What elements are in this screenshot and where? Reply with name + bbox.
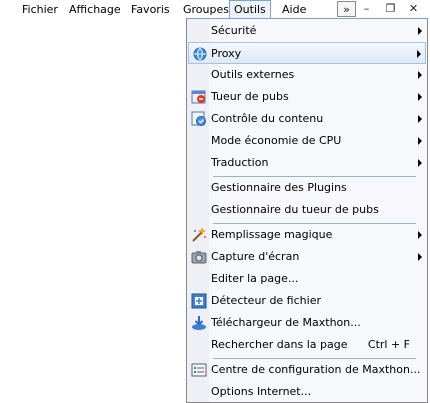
menu-outils[interactable]: Outils — [229, 0, 271, 18]
menu-item-editer-la-page[interactable]: Editer la page... — [188, 268, 426, 290]
menu-fichier[interactable]: Fichier — [18, 0, 62, 19]
submenu-arrow-icon — [418, 93, 422, 101]
submenu-arrow-icon — [418, 253, 422, 261]
menu-item-label: Centre de configuration de Maxthon... — [211, 363, 421, 376]
menu-item-label: Sécurité — [211, 24, 257, 37]
menu-item-outils-externes[interactable]: Outils externes — [188, 64, 426, 86]
menu-item-capture-ecran[interactable]: Capture d'écran — [188, 246, 426, 268]
menu-item-centre-configuration[interactable]: Centre de configuration de Maxthon... — [188, 359, 426, 381]
menu-item-gestionnaire-tueur-pubs[interactable]: Gestionnaire du tueur de pubs — [188, 199, 426, 221]
menu-item-detecteur-fichier[interactable]: Détecteur de fichier — [188, 290, 426, 312]
menu-item-label: Tueur de pubs — [211, 90, 289, 103]
menu-item-label: Proxy — [211, 47, 242, 60]
menu-item-label: Outils externes — [211, 68, 295, 81]
outils-dropdown-menu: Sécurité Proxy Outils externes Tueur de … — [186, 18, 428, 403]
menu-item-remplissage-magique[interactable]: Remplissage magique — [188, 224, 426, 246]
submenu-arrow-icon — [418, 231, 422, 239]
menu-item-label: Capture d'écran — [211, 250, 300, 263]
minimize-icon[interactable]: – — [357, 1, 376, 17]
menu-item-label: Rechercher dans la page — [211, 338, 348, 351]
menu-aide[interactable]: Aide — [278, 0, 310, 19]
submenu-arrow-icon — [418, 137, 422, 145]
menu-item-label: Téléchargeur de Maxthon... — [211, 316, 361, 329]
menu-item-traduction[interactable]: Traduction — [188, 152, 426, 174]
menu-item-telechargeur-maxthon[interactable]: Téléchargeur de Maxthon... — [188, 312, 426, 334]
submenu-arrow-icon — [418, 71, 422, 79]
menu-groupes[interactable]: Groupes — [179, 0, 233, 19]
menu-favoris[interactable]: Favoris — [127, 0, 174, 19]
menu-item-label: Gestionnaire du tueur de pubs — [211, 203, 379, 216]
menu-item-controle-du-contenu[interactable]: Contrôle du contenu — [188, 108, 426, 130]
menu-item-rechercher-dans-la-page[interactable]: Rechercher dans la page Ctrl + F — [188, 334, 426, 356]
submenu-arrow-icon — [418, 159, 422, 167]
menu-item-securite[interactable]: Sécurité — [188, 20, 426, 42]
menu-item-label: Editer la page... — [211, 272, 299, 285]
menu-item-label: Détecteur de fichier — [211, 294, 321, 307]
submenu-arrow-icon — [417, 50, 421, 58]
menu-item-label: Gestionnaire des Plugins — [211, 181, 347, 194]
shortcut-label: Ctrl + F — [367, 338, 410, 351]
chevrons-icon[interactable]: » — [337, 1, 356, 17]
submenu-arrow-icon — [418, 115, 422, 123]
menu-item-options-internet[interactable]: Options Internet... — [188, 381, 426, 403]
menu-item-proxy[interactable]: Proxy — [188, 42, 426, 64]
ad-killer-icon — [191, 89, 207, 105]
close-icon[interactable]: ✕ — [404, 1, 423, 17]
menu-item-label: Options Internet... — [211, 385, 312, 398]
menu-item-label: Remplissage magique — [211, 228, 333, 241]
proxy-icon — [192, 46, 208, 62]
downloader-icon — [191, 315, 207, 331]
menubar: Fichier Affichage Favoris Groupes Outils… — [0, 0, 430, 19]
magic-fill-icon — [191, 227, 207, 243]
restore-icon[interactable]: ❐ — [381, 1, 400, 17]
camera-icon — [191, 249, 207, 265]
menu-item-mode-economie-cpu[interactable]: Mode économie de CPU — [188, 130, 426, 152]
menu-affichage[interactable]: Affichage — [65, 0, 125, 19]
menu-item-label: Mode économie de CPU — [211, 134, 342, 147]
menu-item-gestionnaire-plugins[interactable]: Gestionnaire des Plugins — [188, 177, 426, 199]
config-center-icon — [191, 362, 207, 378]
content-control-icon — [191, 111, 207, 127]
file-detector-icon — [191, 293, 207, 309]
menu-item-tueur-de-pubs[interactable]: Tueur de pubs — [188, 86, 426, 108]
menu-item-label: Contrôle du contenu — [211, 112, 324, 125]
submenu-arrow-icon — [418, 27, 422, 35]
menu-item-label: Traduction — [211, 156, 269, 169]
